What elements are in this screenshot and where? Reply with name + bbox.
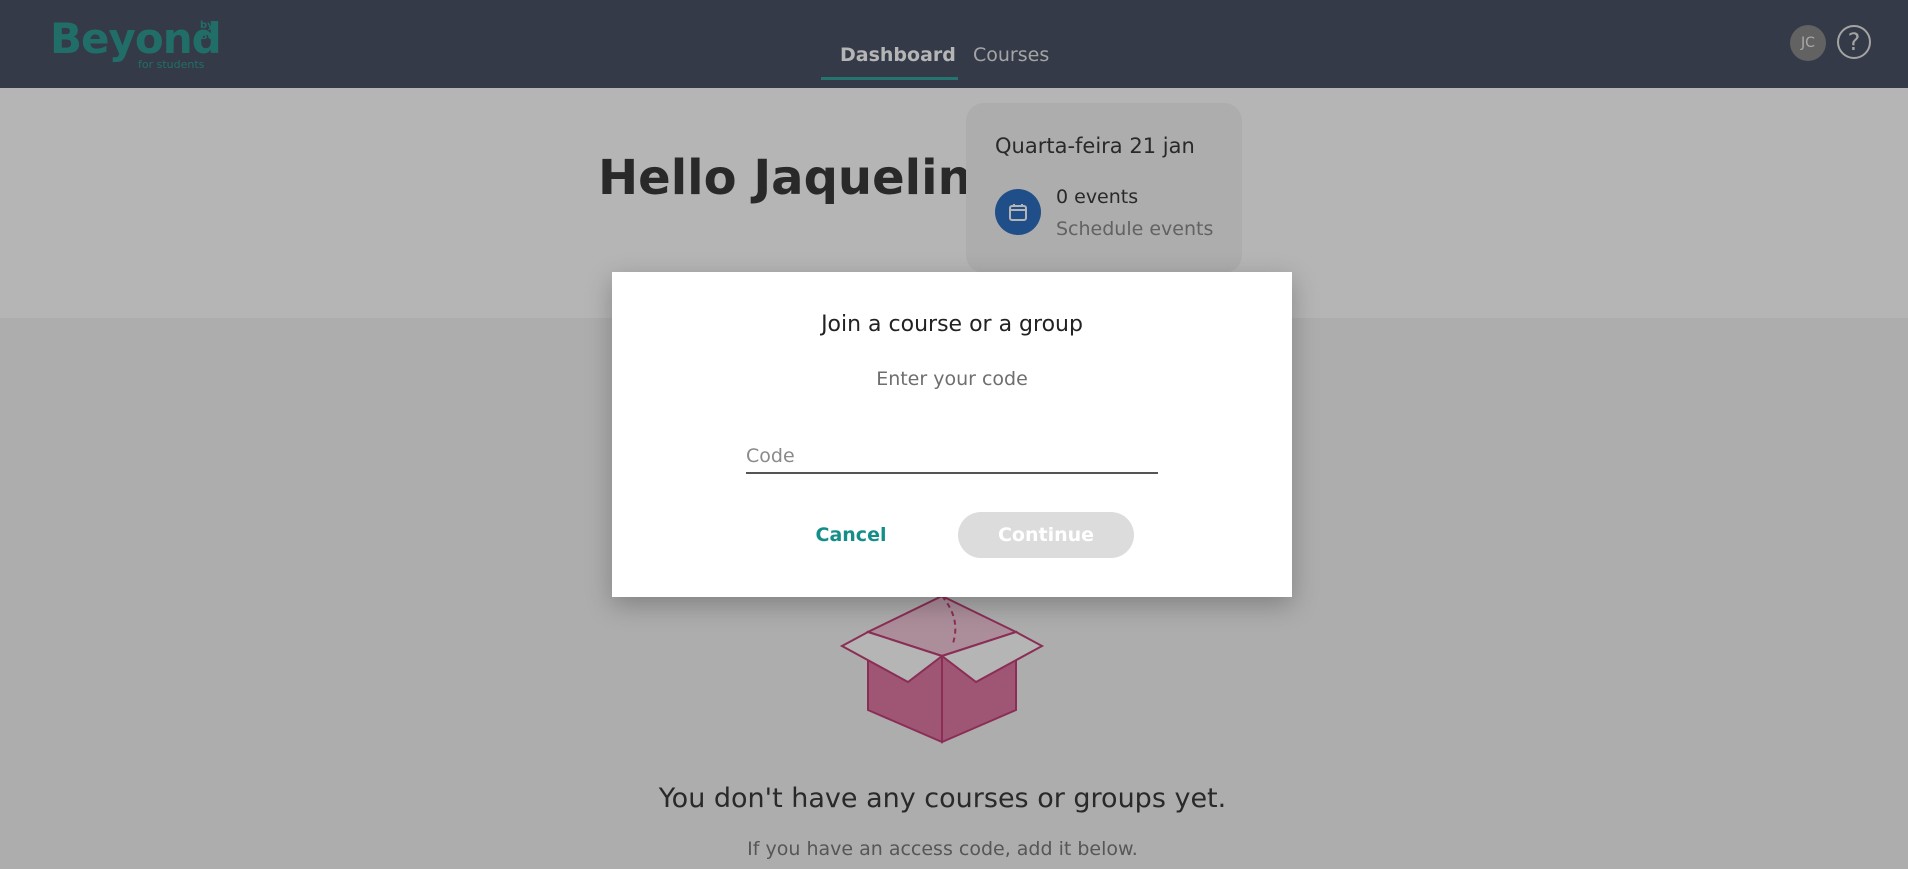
join-course-dialog: Join a course or a group Enter your code… [612,272,1292,597]
continue-button[interactable]: Continue [958,512,1134,558]
cancel-button[interactable]: Cancel [792,512,910,558]
code-input[interactable] [746,440,1158,474]
dialog-subtitle: Enter your code [876,368,1028,390]
dialog-title: Join a course or a group [821,312,1083,337]
